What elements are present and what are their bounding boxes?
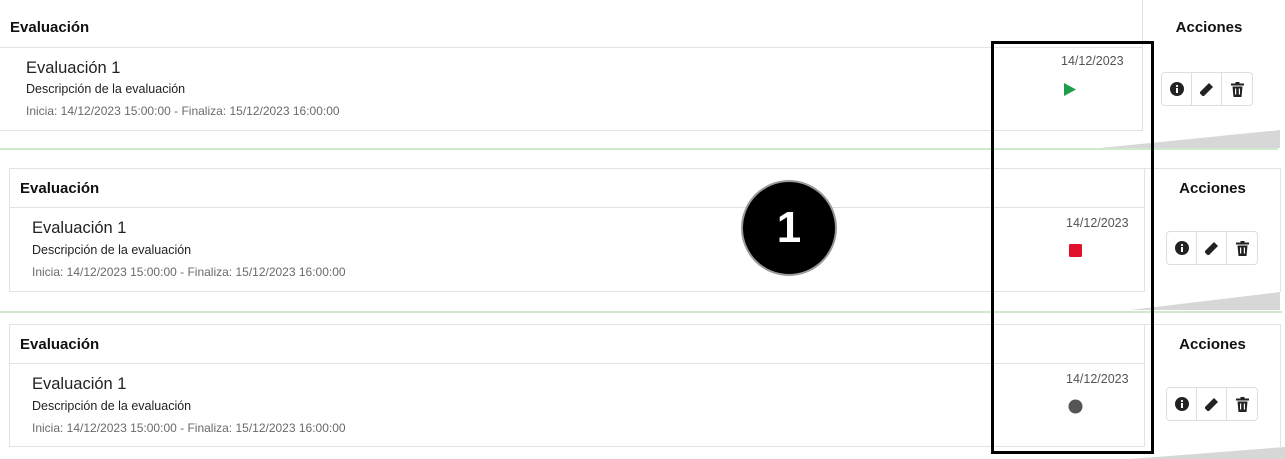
trash-icon (1230, 81, 1244, 97)
header-actions: Acciones (1175, 19, 1243, 36)
evaluation-date: 14/12/2023 (1066, 372, 1129, 386)
info-icon (1169, 82, 1184, 96)
info-icon (1174, 241, 1189, 255)
panel-divider (0, 148, 1278, 150)
table-header: Evaluación (10, 169, 1144, 208)
panel-shadow (1130, 447, 1285, 459)
edit-pencil-icon (1205, 241, 1218, 255)
evaluation-table: Evaluación Evaluación 1 Descripción de l… (9, 324, 1145, 447)
evaluation-schedule: Inicia: 14/12/2023 15:00:00 - Finaliza: … (26, 104, 340, 118)
info-button[interactable] (1167, 232, 1197, 264)
evaluation-title[interactable]: Evaluación 1 (26, 59, 120, 78)
table-header: Evaluación (0, 0, 1142, 48)
evaluation-title[interactable]: Evaluación 1 (32, 219, 126, 238)
evaluation-date: 14/12/2023 (1066, 216, 1129, 230)
evaluation-description: Descripción de la evaluación (32, 243, 192, 257)
evaluation-description: Descripción de la evaluación (32, 399, 192, 413)
panel-shadow (1130, 292, 1280, 310)
play-icon (1064, 83, 1076, 101)
action-buttons (1166, 387, 1258, 421)
actions-column: Acciones (1142, 0, 1275, 131)
header-evaluation: Evaluación (10, 19, 90, 36)
edit-pencil-icon (1200, 82, 1213, 96)
edit-pencil-icon (1205, 397, 1218, 411)
evaluation-panel: Evaluación Evaluación 1 Descripción de l… (9, 168, 1281, 292)
evaluation-date: 14/12/2023 (1061, 54, 1124, 68)
trash-icon (1235, 240, 1249, 256)
table-header: Evaluación (10, 325, 1144, 364)
action-buttons (1161, 72, 1253, 106)
info-button[interactable] (1167, 388, 1197, 420)
trash-icon (1235, 396, 1249, 412)
dot-icon (1068, 399, 1083, 419)
panel-shadow (1100, 130, 1280, 148)
evaluation-schedule: Inicia: 14/12/2023 15:00:00 - Finaliza: … (32, 265, 346, 279)
delete-button[interactable] (1227, 388, 1257, 420)
evaluation-panel: Evaluación Evaluación 1 Descripción de l… (9, 324, 1281, 447)
evaluation-description: Descripción de la evaluación (26, 82, 186, 96)
delete-button[interactable] (1227, 232, 1257, 264)
header-actions: Acciones (1179, 336, 1246, 353)
delete-button[interactable] (1222, 73, 1252, 105)
action-buttons (1166, 231, 1258, 265)
header-evaluation: Evaluación (20, 336, 100, 353)
callout-number-badge: 1 (741, 180, 837, 276)
actions-column: Acciones (1144, 324, 1281, 447)
info-icon (1174, 397, 1189, 411)
info-button[interactable] (1162, 73, 1192, 105)
evaluation-title[interactable]: Evaluación 1 (32, 375, 126, 394)
evaluation-table: Evaluación Evaluación 1 Descripción de l… (9, 168, 1145, 292)
evaluation-panel: Evaluación Evaluación 1 Descripción de l… (0, 0, 1275, 131)
edit-button[interactable] (1192, 73, 1222, 105)
stop-icon (1069, 244, 1082, 262)
panel-divider (0, 311, 1282, 313)
edit-button[interactable] (1197, 388, 1227, 420)
header-actions: Acciones (1179, 180, 1246, 197)
edit-button[interactable] (1197, 232, 1227, 264)
evaluation-schedule: Inicia: 14/12/2023 15:00:00 - Finaliza: … (32, 421, 346, 435)
evaluation-table: Evaluación Evaluación 1 Descripción de l… (0, 0, 1143, 131)
actions-column: Acciones (1144, 168, 1281, 292)
header-evaluation: Evaluación (20, 180, 100, 197)
